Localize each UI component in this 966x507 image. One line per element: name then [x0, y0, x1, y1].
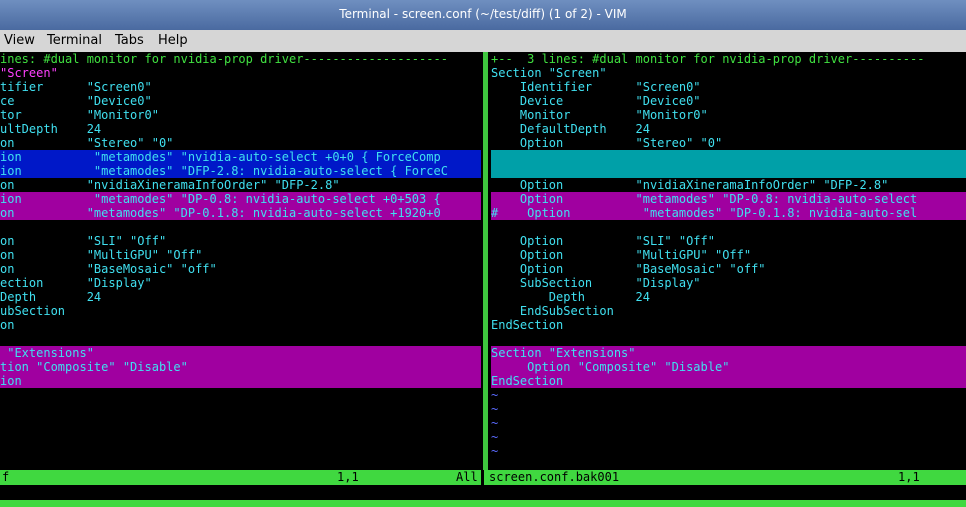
- code-line[interactable]: DefaultDepth 24: [491, 122, 966, 136]
- code-line[interactable]: on "MultiGPU" "Off": [0, 248, 481, 262]
- code-line[interactable]: [491, 150, 966, 164]
- code-line[interactable]: ultDepth 24: [0, 122, 481, 136]
- code-line[interactable]: "Extensions": [0, 346, 481, 360]
- tilde-empty-line[interactable]: ~: [491, 388, 966, 402]
- code-line[interactable]: on: [0, 318, 481, 332]
- left-status-line: f 1,1 All: [0, 470, 481, 485]
- code-line[interactable]: ection "Display": [0, 276, 481, 290]
- code-line[interactable]: EndSection: [491, 318, 966, 332]
- code-line[interactable]: [0, 332, 481, 346]
- code-line[interactable]: Section "Extensions": [491, 346, 966, 360]
- code-line[interactable]: [491, 332, 966, 346]
- code-line[interactable]: Depth 24: [491, 290, 966, 304]
- code-line[interactable]: ion: [0, 374, 481, 388]
- code-line[interactable]: "Screen": [0, 66, 481, 80]
- code-line[interactable]: tifier "Screen0": [0, 80, 481, 94]
- terminal-area[interactable]: ines: #dual monitor for nvidia-prop driv…: [0, 52, 966, 507]
- code-line[interactable]: # Option "metamodes" "DP-0.1.8: nvidia-a…: [491, 206, 966, 220]
- code-line[interactable]: ion "metamodes" "DP-0.8: nvidia-auto-sel…: [0, 192, 481, 206]
- right-status-line: screen.conf.bak001 1,1: [484, 470, 966, 485]
- window-title: Terminal - screen.conf (~/test/diff) (1 …: [339, 7, 627, 21]
- code-line[interactable]: ubSection: [0, 304, 481, 318]
- code-line[interactable]: Option "MultiGPU" "Off": [491, 248, 966, 262]
- tilde-empty-line[interactable]: ~: [491, 416, 966, 430]
- code-line[interactable]: on "nvidiaXineramaInfoOrder" "DFP-2.8": [0, 178, 481, 192]
- code-line[interactable]: ce "Device0": [0, 94, 481, 108]
- code-line[interactable]: EndSection: [491, 374, 966, 388]
- bottom-status-strip: [0, 500, 966, 507]
- vertical-split-separator[interactable]: [481, 52, 491, 470]
- menu-view[interactable]: View: [4, 33, 35, 48]
- left-status-scroll: All: [456, 470, 478, 484]
- code-line[interactable]: Option "Composite" "Disable": [491, 360, 966, 374]
- code-line[interactable]: on "Stereo" "0": [0, 136, 481, 150]
- window-titlebar[interactable]: Terminal - screen.conf (~/test/diff) (1 …: [0, 0, 966, 30]
- code-line[interactable]: ion "metamodes" "DFP-2.8: nvidia-auto-se…: [0, 164, 481, 178]
- code-line[interactable]: [0, 220, 481, 234]
- code-line[interactable]: tor "Monitor0": [0, 108, 481, 122]
- code-line[interactable]: SubSection "Display": [491, 276, 966, 290]
- left-diff-pane[interactable]: ines: #dual monitor for nvidia-prop driv…: [0, 52, 481, 470]
- code-line[interactable]: Option "Stereo" "0": [491, 136, 966, 150]
- tilde-empty-line[interactable]: ~: [491, 402, 966, 416]
- menu-tabs[interactable]: Tabs: [115, 33, 144, 48]
- code-line[interactable]: Section "Screen": [491, 66, 966, 80]
- code-line[interactable]: on "SLI" "Off": [0, 234, 481, 248]
- right-status-position: 1,1: [898, 470, 920, 484]
- code-line[interactable]: Option "metamodes" "DP-0.8: nvidia-auto-…: [491, 192, 966, 206]
- menu-help[interactable]: Help: [158, 33, 188, 48]
- code-line[interactable]: on "BaseMosaic" "off": [0, 262, 481, 276]
- code-line[interactable]: tion "Composite" "Disable": [0, 360, 481, 374]
- tilde-empty-line[interactable]: ~: [491, 430, 966, 444]
- code-line[interactable]: ion "metamodes" "nvidia-auto-select +0+0…: [0, 150, 481, 164]
- code-line[interactable]: ines: #dual monitor for nvidia-prop driv…: [0, 52, 481, 66]
- right-diff-pane[interactable]: +-- 3 lines: #dual monitor for nvidia-pr…: [491, 52, 966, 470]
- code-line[interactable]: [491, 164, 966, 178]
- code-line[interactable]: Identifier "Screen0": [491, 80, 966, 94]
- code-line[interactable]: Device "Device0": [491, 94, 966, 108]
- code-line[interactable]: Depth 24: [0, 290, 481, 304]
- code-line[interactable]: Option "SLI" "Off": [491, 234, 966, 248]
- menu-bar: View Terminal Tabs Help: [0, 30, 966, 53]
- code-line[interactable]: EndSubSection: [491, 304, 966, 318]
- code-line[interactable]: [491, 220, 966, 234]
- code-line[interactable]: Option "nvidiaXineramaInfoOrder" "DFP-2.…: [491, 178, 966, 192]
- code-line[interactable]: on "metamodes" "DP-0.1.8: nvidia-auto-se…: [0, 206, 481, 220]
- code-line[interactable]: Monitor "Monitor0": [491, 108, 966, 122]
- left-status-position: 1,1: [337, 470, 359, 484]
- tilde-empty-line[interactable]: ~: [491, 444, 966, 458]
- menu-terminal[interactable]: Terminal: [47, 33, 102, 48]
- right-status-filename: screen.conf.bak001: [489, 470, 620, 484]
- code-line[interactable]: +-- 3 lines: #dual monitor for nvidia-pr…: [491, 52, 966, 66]
- code-line[interactable]: Option "BaseMosaic" "off": [491, 262, 966, 276]
- left-status-filename: f: [2, 470, 10, 484]
